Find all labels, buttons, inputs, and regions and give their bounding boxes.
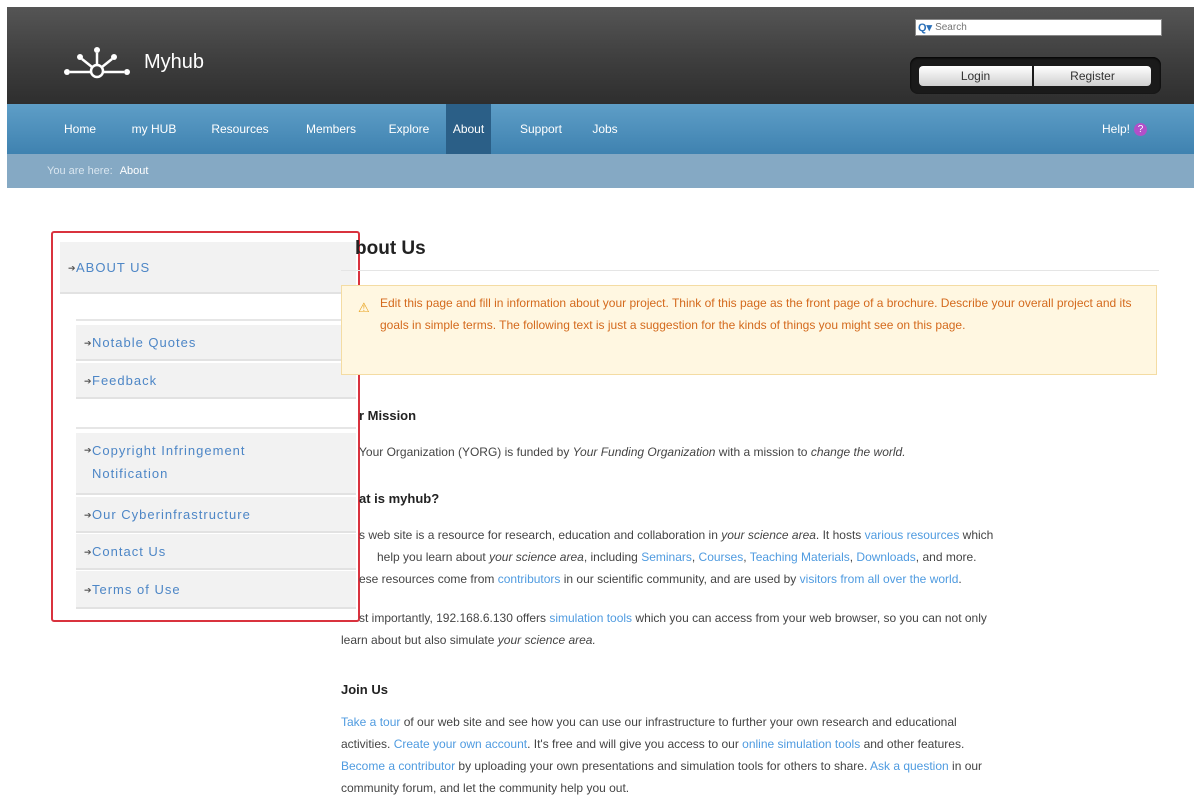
link-create-account[interactable]: Create your own account: [394, 737, 527, 751]
sidebar-item-label: Notable Quotes: [92, 335, 197, 350]
nav-home[interactable]: Home: [57, 104, 103, 154]
register-button[interactable]: Register: [1034, 66, 1151, 86]
sidebar-item-label: Feedback: [92, 373, 158, 388]
page-title: bout Us: [355, 238, 426, 259]
sidebar-item-contact-us[interactable]: ➔ Contact Us: [76, 534, 356, 570]
nav-explore[interactable]: Explore: [379, 104, 439, 154]
link-contributors[interactable]: contributors: [498, 572, 561, 586]
sidebar-item-copyright-infringement[interactable]: ➔ Copyright Infringement Notification: [76, 433, 356, 495]
help-label: Help!: [1101, 122, 1130, 136]
notice-text: Edit this page and fill in information a…: [380, 296, 1132, 332]
nav-about[interactable]: About: [446, 104, 491, 154]
help-icon: ?: [1134, 123, 1147, 137]
link-become-contributor[interactable]: Become a contributor: [341, 759, 455, 773]
arrow-right-icon: ➔: [84, 376, 93, 386]
link-downloads[interactable]: Downloads: [856, 550, 915, 564]
login-button[interactable]: Login: [919, 66, 1032, 86]
nav-resources[interactable]: Resources: [200, 104, 280, 154]
what-is-paragraph-1: s web site is a resource for research, e…: [359, 528, 994, 586]
arrow-right-icon: ➔: [84, 585, 93, 595]
join-paragraph: Take a tour of our web site and see how …: [341, 715, 983, 795]
mission-heading: r Mission: [359, 408, 417, 423]
site-name[interactable]: Myhub: [144, 51, 204, 74]
sidebar-item-label: ABOUT US: [76, 260, 151, 275]
sidebar-divider: [76, 427, 356, 429]
link-courses[interactable]: Courses: [699, 550, 744, 564]
search-box[interactable]: Q▾: [915, 19, 1162, 36]
warning-icon: ⚠: [358, 300, 370, 315]
sidebar-item-label: Our Cyberinfrastructure: [92, 507, 251, 522]
nav-my-hub[interactable]: my HUB: [126, 104, 182, 154]
hub-logo-icon: [64, 47, 130, 79]
nav-members[interactable]: Members: [294, 104, 368, 154]
sidebar-item-terms-of-use[interactable]: ➔ Terms of Use: [76, 571, 356, 609]
site-header: Myhub Q▾ Login Register: [7, 7, 1194, 104]
sidebar-item-label: Notification: [92, 466, 169, 481]
arrow-right-icon: ➔: [84, 338, 93, 348]
sidebar-divider: [76, 319, 356, 321]
what-is-heading: at is myhub?: [359, 491, 440, 506]
nav-support[interactable]: Support: [510, 104, 572, 154]
search-input[interactable]: [935, 22, 1136, 33]
help-link[interactable]: Help!?: [1102, 104, 1147, 154]
nav-jobs[interactable]: Jobs: [585, 104, 625, 154]
link-teaching-materials[interactable]: Teaching Materials: [750, 550, 850, 564]
sidebar-item-about-us[interactable]: ➔ ABOUT US: [60, 242, 356, 294]
breadcrumb-current[interactable]: About: [120, 165, 149, 177]
sidebar-menu: ➔ ABOUT US ➔ Notable Quotes ➔ Feedback ➔ Cop…: [51, 231, 360, 622]
breadcrumb-prefix: You are here:: [47, 165, 113, 177]
join-heading: Join Us: [341, 682, 388, 697]
link-online-simulation-tools[interactable]: online simulation tools: [742, 737, 860, 751]
breadcrumb: You are here: About: [7, 154, 1194, 188]
auth-buttons: Login Register: [910, 57, 1161, 94]
sidebar-item-notable-quotes[interactable]: ➔ Notable Quotes: [76, 325, 356, 361]
sidebar-item-label: Copyright Infringement: [92, 443, 246, 458]
site-logo[interactable]: Myhub: [60, 45, 204, 79]
arrow-right-icon: ➔: [84, 510, 93, 520]
title-divider: [341, 270, 1159, 271]
sidebar-item-our-cyberinfrastructure[interactable]: ➔ Our Cyberinfrastructure: [76, 497, 356, 533]
what-is-paragraph-2: st importantly, 192.168.6.130 offers sim…: [341, 611, 987, 647]
arrow-right-icon: ➔: [84, 547, 93, 557]
link-take-a-tour[interactable]: Take a tour: [341, 715, 400, 729]
link-visitors[interactable]: visitors from all over the world: [800, 572, 959, 586]
notice-box: ⚠ Edit this page and fill in information…: [341, 285, 1157, 375]
link-seminars[interactable]: Seminars: [641, 550, 692, 564]
arrow-right-icon: ➔: [68, 263, 77, 273]
link-ask-question[interactable]: Ask a question: [870, 759, 949, 773]
search-icon[interactable]: Q▾: [916, 21, 935, 34]
arrow-right-icon: ➔: [84, 445, 93, 455]
main-nav: Home my HUB Resources Members Explore Ab…: [7, 104, 1194, 154]
sidebar-item-feedback[interactable]: ➔ Feedback: [76, 363, 356, 399]
link-various-resources[interactable]: various resources: [865, 528, 960, 542]
link-simulation-tools[interactable]: simulation tools: [549, 611, 632, 625]
sidebar-item-label: Contact Us: [92, 544, 167, 559]
sidebar-item-label: Terms of Use: [92, 582, 181, 597]
mission-text: Your Organization (YORG) is funded by Yo…: [359, 445, 906, 459]
